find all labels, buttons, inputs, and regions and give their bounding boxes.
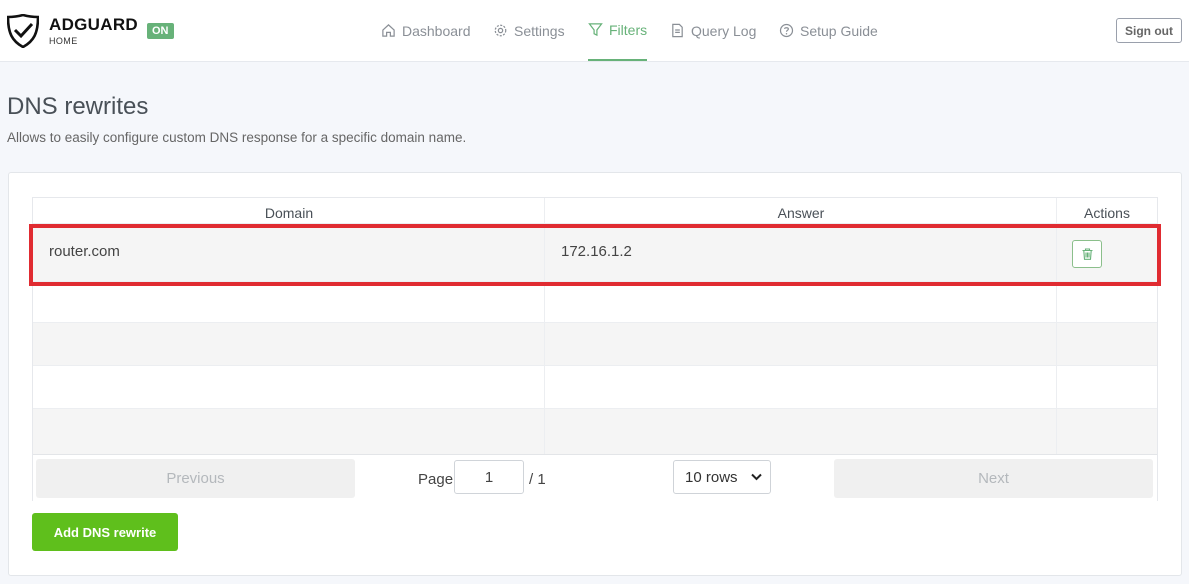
column-header-answer[interactable]: Answer bbox=[545, 198, 1057, 223]
column-divider bbox=[1056, 198, 1057, 454]
column-divider bbox=[544, 198, 545, 454]
column-header-actions: Actions bbox=[1084, 205, 1130, 221]
previous-button[interactable]: Previous bbox=[36, 459, 355, 498]
nav-settings-label: Settings bbox=[514, 22, 565, 39]
page-total: / 1 bbox=[529, 471, 546, 488]
domain-cell: router.com bbox=[49, 243, 120, 260]
nav-dashboard-label: Dashboard bbox=[402, 22, 471, 39]
brand-subtitle: HOME bbox=[49, 36, 78, 46]
nav-filters-label: Filters bbox=[609, 21, 648, 38]
nav-query-log[interactable]: Query Log bbox=[670, 0, 756, 61]
nav-filters[interactable]: Filters bbox=[588, 0, 648, 61]
help-circle-icon bbox=[779, 23, 794, 38]
page-title: DNS rewrites bbox=[7, 93, 149, 120]
nav-setup-guide[interactable]: Setup Guide bbox=[779, 0, 878, 61]
page-label: Page bbox=[418, 471, 454, 488]
rows-per-page-value: 10 rows bbox=[685, 468, 738, 486]
empty-row bbox=[33, 408, 1157, 454]
nav-setup-guide-label: Setup Guide bbox=[800, 22, 878, 39]
page-number-input[interactable] bbox=[454, 460, 524, 494]
sign-out-button[interactable]: Sign out bbox=[1116, 18, 1182, 43]
empty-row bbox=[33, 365, 1157, 408]
rewrites-table: Domain Answer Actions router.com 172.16.… bbox=[32, 197, 1158, 501]
add-dns-rewrite-button[interactable]: Add DNS rewrite bbox=[32, 513, 178, 551]
gear-icon bbox=[494, 24, 507, 37]
answer-cell: 172.16.1.2 bbox=[561, 243, 632, 260]
empty-row bbox=[33, 281, 1157, 322]
chevron-down-icon bbox=[751, 473, 762, 481]
document-icon bbox=[672, 23, 683, 38]
delete-rewrite-button[interactable] bbox=[1072, 240, 1102, 268]
status-badge: ON bbox=[147, 23, 174, 39]
nav-settings[interactable]: Settings bbox=[493, 0, 565, 61]
next-button[interactable]: Next bbox=[834, 459, 1153, 498]
home-icon bbox=[382, 24, 395, 37]
page-subtitle: Allows to easily configure custom DNS re… bbox=[7, 130, 467, 145]
pagination-bar: Previous Page / 1 10 rows Next bbox=[33, 454, 1157, 501]
trash-icon bbox=[1082, 248, 1092, 260]
adguard-shield-logo bbox=[7, 14, 39, 48]
table-row: router.com 172.16.1.2 bbox=[33, 223, 1157, 281]
brand-name: ADGUARD bbox=[49, 15, 138, 34]
empty-row bbox=[33, 322, 1157, 365]
nav-query-log-label: Query Log bbox=[691, 22, 757, 39]
filter-icon bbox=[588, 23, 603, 37]
column-header-domain[interactable]: Domain bbox=[33, 198, 545, 223]
rows-per-page-select[interactable]: 10 rows bbox=[673, 460, 771, 494]
top-header: ADGUARD HOME ON Dashboard Settings Filte… bbox=[0, 0, 1189, 62]
nav-dashboard[interactable]: Dashboard bbox=[381, 0, 471, 61]
